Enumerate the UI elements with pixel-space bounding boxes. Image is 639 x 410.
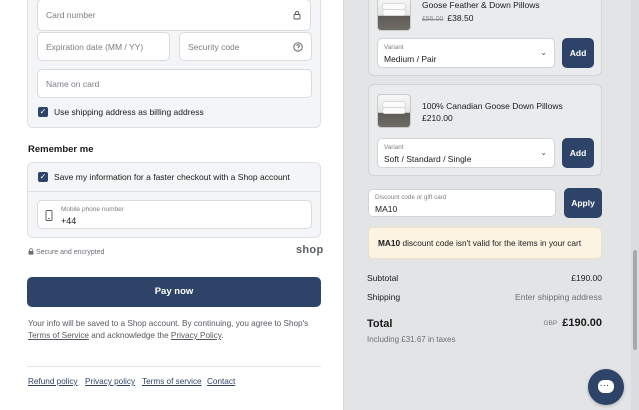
mobile-phone-value: +44 xyxy=(61,216,77,226)
variant-select[interactable]: Variant Medium / Pair ⌄ xyxy=(377,38,555,68)
remember-divider xyxy=(28,191,320,192)
taxes-note: Including £31.67 in taxes xyxy=(367,335,456,344)
save-info-label: Save my information for a faster checkou… xyxy=(54,172,290,182)
secure-encrypted-note: Secure and encrypted xyxy=(28,248,104,256)
checkout-form-panel: Card number Expiration date (MM / YY) Se… xyxy=(0,0,343,410)
product-sale-price: £38.50 xyxy=(447,13,474,23)
info-text-1: Your info will be saved to a Shop accoun… xyxy=(28,319,309,328)
expiration-date-field[interactable]: Expiration date (MM / YY) xyxy=(37,32,170,61)
remember-me-box: ✓ Save my information for a faster check… xyxy=(27,162,321,238)
variant-select[interactable]: Variant Soft / Standard / Single ⌄ xyxy=(377,138,555,168)
contact-link[interactable]: Contact xyxy=(207,377,235,386)
subtotal-value: £190.00 xyxy=(571,273,602,283)
shipping-label: Shipping xyxy=(367,292,401,302)
chevron-down-icon: ⌄ xyxy=(540,148,547,157)
scrollbar[interactable] xyxy=(631,0,639,410)
discount-code-label: Discount code or gift card xyxy=(375,194,447,201)
currency-code: GBP xyxy=(543,320,558,327)
product-thumbnail xyxy=(377,94,411,128)
product-name: 100% Canadian Goose Down Pillows xyxy=(422,101,563,111)
footer-divider xyxy=(27,366,321,367)
security-code-field[interactable]: Security code xyxy=(179,32,312,61)
card-payment-box: Card number Expiration date (MM / YY) Se… xyxy=(27,0,321,128)
product-card: Goose Feather & Down Pillows £55.00 £38.5… xyxy=(368,0,602,76)
product-thumbnail xyxy=(377,0,411,31)
order-summary-panel: Goose Feather & Down Pillows £55.00 £38.5… xyxy=(343,0,639,410)
total-value: £190.00 xyxy=(562,317,602,329)
total-label: Total xyxy=(367,318,393,330)
discount-code-value: MA10 xyxy=(375,204,398,214)
chevron-down-icon: ⌄ xyxy=(540,48,547,57)
privacy-policy-inline-link[interactable]: Privacy Policy xyxy=(171,331,221,340)
secure-text: Secure and encrypted xyxy=(35,249,105,256)
security-code-placeholder: Security code xyxy=(188,41,240,52)
refund-policy-link[interactable]: Refund policy xyxy=(28,377,78,386)
variant-value: Soft / Standard / Single xyxy=(384,154,472,164)
total-amount: GBP £190.00 xyxy=(544,317,603,329)
alert-code: MA10 xyxy=(378,238,401,248)
card-number-placeholder: Card number xyxy=(46,10,96,20)
subtotal-label: Subtotal xyxy=(367,273,399,283)
variant-label: Variant xyxy=(384,44,404,51)
shop-account-info: Your info will be saved to a Shop accoun… xyxy=(28,318,320,342)
card-number-field[interactable]: Card number xyxy=(37,0,311,31)
billing-address-checkbox[interactable]: ✓ xyxy=(38,107,48,117)
privacy-policy-link[interactable]: Privacy policy xyxy=(85,377,135,386)
terms-of-service-link[interactable]: Terms of Service xyxy=(28,331,89,340)
add-button[interactable]: Add xyxy=(562,38,594,68)
lock-icon xyxy=(292,10,302,20)
mobile-phone-label: Mobile phone number xyxy=(61,206,124,213)
info-text-2: and acknowledge the xyxy=(91,331,169,340)
phone-icon xyxy=(45,210,53,223)
apply-button[interactable]: Apply xyxy=(564,188,602,218)
small-lock-icon xyxy=(28,248,36,256)
variant-label: Variant xyxy=(384,144,404,151)
product-price: £55.00 £38.50 xyxy=(422,13,473,23)
remember-me-heading: Remember me xyxy=(28,144,94,155)
shop-logo: shop xyxy=(296,244,324,256)
chat-button[interactable]: ··· xyxy=(588,369,624,405)
billing-address-label: Use shipping address as billing address xyxy=(54,107,204,117)
alert-text: discount code isn't valid for the items … xyxy=(402,238,582,248)
help-icon[interactable] xyxy=(293,41,303,52)
save-info-checkbox[interactable]: ✓ xyxy=(38,172,48,182)
scrollbar-thumb[interactable] xyxy=(633,250,637,350)
product-old-price: £55.00 xyxy=(422,16,444,23)
info-text-3: . xyxy=(221,331,224,340)
product-name: Goose Feather & Down Pillows xyxy=(422,0,540,10)
variant-value: Medium / Pair xyxy=(384,54,437,64)
discount-error-alert: MA10 discount code isn't valid for the i… xyxy=(368,227,602,259)
name-on-card-field[interactable]: Name on card xyxy=(37,69,312,98)
expiration-placeholder: Expiration date (MM / YY) xyxy=(46,41,144,52)
terms-of-service-footer-link[interactable]: Terms of service xyxy=(142,377,202,386)
shipping-value: Enter shipping address xyxy=(515,292,602,302)
product-card: 100% Canadian Goose Down Pillows £210.00… xyxy=(368,84,602,176)
mobile-phone-field[interactable]: Mobile phone number +44 xyxy=(37,200,312,229)
chat-dots-icon: ··· xyxy=(600,383,610,390)
pay-now-button[interactable]: Pay now xyxy=(27,277,321,307)
name-on-card-placeholder: Name on card xyxy=(46,78,100,89)
product-price: £210.00 xyxy=(422,113,453,123)
add-button[interactable]: Add xyxy=(562,138,594,168)
discount-code-field[interactable]: Discount code or gift card MA10 xyxy=(368,189,556,217)
